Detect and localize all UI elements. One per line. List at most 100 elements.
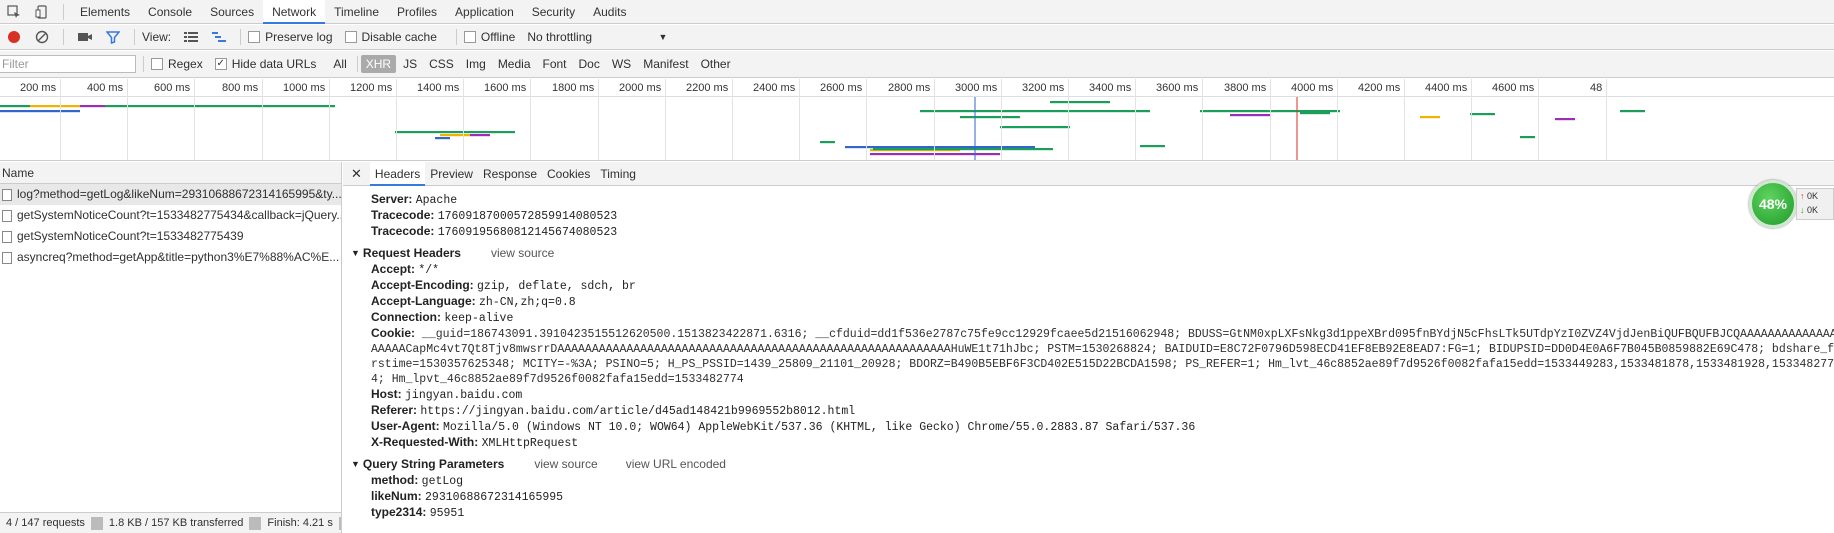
request-row[interactable]: getSystemNoticeCount?t=1533482775434&cal… — [0, 205, 341, 226]
tab-network[interactable]: Network — [263, 0, 326, 24]
timeline-gridline — [1337, 79, 1338, 160]
timeline-request-bar — [1000, 126, 1070, 129]
checkbox-box[interactable] — [248, 31, 261, 43]
devtools-tab-bar: Elements Console Sources Network Timelin… — [0, 0, 1834, 24]
timeline-gridline — [732, 79, 733, 160]
timeline-request-bar — [960, 116, 1020, 119]
tab-cookies[interactable]: Cookies — [542, 162, 595, 186]
filter-type-js[interactable]: JS — [398, 55, 422, 73]
timeline-request-bar — [1555, 118, 1575, 121]
disable-cache-checkbox[interactable]: Disable cache — [344, 30, 437, 44]
query-string-section[interactable]: ▼ Query String Parameters view source view … — [351, 455, 1834, 473]
checkbox-checked-box[interactable]: ✓ — [214, 58, 227, 70]
cookie-value: __guid=186743091.3910423515512620500.151… — [371, 328, 1834, 386]
filter-type-ws[interactable]: WS — [607, 55, 636, 73]
regex-label: Regex — [168, 57, 203, 71]
timeline-request-bar — [1140, 145, 1165, 148]
checkbox-box[interactable] — [463, 31, 476, 43]
filter-type-other[interactable]: Other — [696, 55, 736, 73]
device-mode-icon[interactable] — [33, 3, 51, 21]
request-name: getSystemNoticeCount?t=1533482775434&cal… — [17, 208, 341, 222]
transferred-size: 1.8 KB / 157 KB transferred — [108, 517, 244, 529]
filter-type-css[interactable]: CSS — [424, 55, 459, 73]
screenshot-camera-icon[interactable] — [76, 28, 94, 46]
tab-audits[interactable]: Audits — [584, 0, 635, 24]
query-param-row: method: getLog — [371, 473, 464, 488]
column-header-name[interactable]: Name — [0, 162, 341, 184]
expand-triangle-icon: ▼ — [351, 459, 360, 469]
timeline-gridline — [329, 79, 330, 160]
network-speed-panel: ↑ 0K ↓ 0K — [1796, 188, 1834, 220]
tab-elements[interactable]: Elements — [71, 0, 139, 24]
tab-preview[interactable]: Preview — [425, 162, 478, 186]
timeline-gridline — [60, 79, 61, 160]
filter-type-xhr[interactable]: XHR — [360, 55, 397, 73]
checkbox-box[interactable] — [151, 58, 163, 70]
file-icon — [2, 188, 12, 201]
tab-security[interactable]: Security — [523, 0, 584, 24]
timeline-gridline — [1001, 79, 1002, 160]
divider — [63, 3, 64, 20]
filter-type-doc[interactable]: Doc — [574, 55, 605, 73]
request-row[interactable]: asyncreq?method=getApp&title=python3%E7%… — [0, 247, 341, 268]
request-row[interactable]: log?method=getLog&likeNum=29310688672314… — [0, 184, 341, 205]
filter-type-img[interactable]: Img — [461, 55, 491, 73]
throttling-value: No throttling — [527, 30, 593, 44]
view-url-encoded-link[interactable]: view URL encoded — [626, 455, 726, 473]
timeline-request-bar — [920, 110, 1150, 113]
tab-console[interactable]: Console — [139, 0, 201, 24]
timeline-gridline — [127, 79, 128, 160]
request-headers-section[interactable]: ▼ Request Headers view source — [351, 244, 1834, 262]
waterfall-overview-icon[interactable] — [210, 28, 228, 46]
tab-timeline[interactable]: Timeline — [325, 0, 388, 24]
regex-checkbox[interactable]: Regex — [151, 57, 203, 71]
timeline-request-bar — [470, 134, 490, 137]
tab-profiles[interactable]: Profiles — [388, 0, 446, 24]
timeline-gridline — [1270, 79, 1271, 160]
request-name: getSystemNoticeCount?t=1533482775439 — [17, 229, 244, 243]
timeline-overview[interactable]: 200 ms 400 ms 600 ms 800 ms 1000 ms 1200 ms 14… — [0, 79, 1834, 161]
view-source-link[interactable]: view source — [491, 244, 554, 262]
large-rows-icon[interactable] — [182, 28, 200, 46]
header-row: Tracecode: 17609187000572859914080523 — [371, 208, 618, 223]
filter-input[interactable] — [0, 55, 136, 73]
tab-headers[interactable]: Headers — [369, 162, 426, 186]
request-row[interactable]: getSystemNoticeCount?t=1533482775439 — [0, 226, 341, 247]
divider — [240, 29, 242, 45]
hide-data-urls-checkbox[interactable]: ✓ Hide data URLs — [214, 57, 316, 71]
tab-timing[interactable]: Timing — [595, 162, 641, 186]
preserve-log-checkbox[interactable]: Preserve log — [248, 30, 333, 44]
header-row: Accept-Encoding: gzip, deflate, sdch, br — [371, 278, 636, 293]
preserve-log-label: Preserve log — [265, 30, 333, 44]
close-icon[interactable]: ✕ — [343, 166, 370, 182]
timeline-request-bar — [80, 105, 105, 108]
checkbox-box[interactable] — [344, 31, 357, 43]
tab-application[interactable]: Application — [446, 0, 523, 24]
header-row: Server: Apache — [371, 192, 458, 207]
clear-icon[interactable] — [33, 28, 51, 46]
timeline-request-bar — [1470, 113, 1495, 116]
filter-type-media[interactable]: Media — [493, 55, 536, 73]
offline-checkbox[interactable]: Offline — [463, 30, 515, 44]
filter-type-manifest[interactable]: Manifest — [638, 55, 693, 73]
cpu-usage-badge[interactable]: 48% — [1749, 180, 1797, 228]
timeline-request-bar — [395, 131, 515, 134]
filter-icon[interactable] — [104, 28, 122, 46]
file-icon — [2, 230, 12, 243]
tab-response[interactable]: Response — [478, 162, 542, 186]
view-source-link[interactable]: view source — [534, 455, 597, 473]
cookie-header-row: Cookie: __guid=186743091.391042351551262… — [351, 326, 1834, 387]
inspect-element-icon[interactable] — [5, 3, 23, 21]
headers-content: Server: Apache Tracecode: 17609187000572… — [343, 186, 1834, 521]
filter-type-font[interactable]: Font — [538, 55, 572, 73]
timeline-gridline — [1606, 79, 1607, 160]
disable-cache-label: Disable cache — [361, 30, 437, 44]
header-row: X-Requested-With: XMLHttpRequest — [371, 435, 579, 450]
tab-sources[interactable]: Sources — [201, 0, 263, 24]
timeline-gridline — [1471, 79, 1472, 160]
timeline-gridline — [799, 79, 800, 160]
throttling-select[interactable]: No throttling ▼ — [527, 30, 667, 44]
record-icon[interactable] — [5, 28, 23, 46]
request-name: log?method=getLog&likeNum=29310688672314… — [17, 187, 341, 201]
filter-type-all[interactable]: All — [328, 55, 351, 73]
